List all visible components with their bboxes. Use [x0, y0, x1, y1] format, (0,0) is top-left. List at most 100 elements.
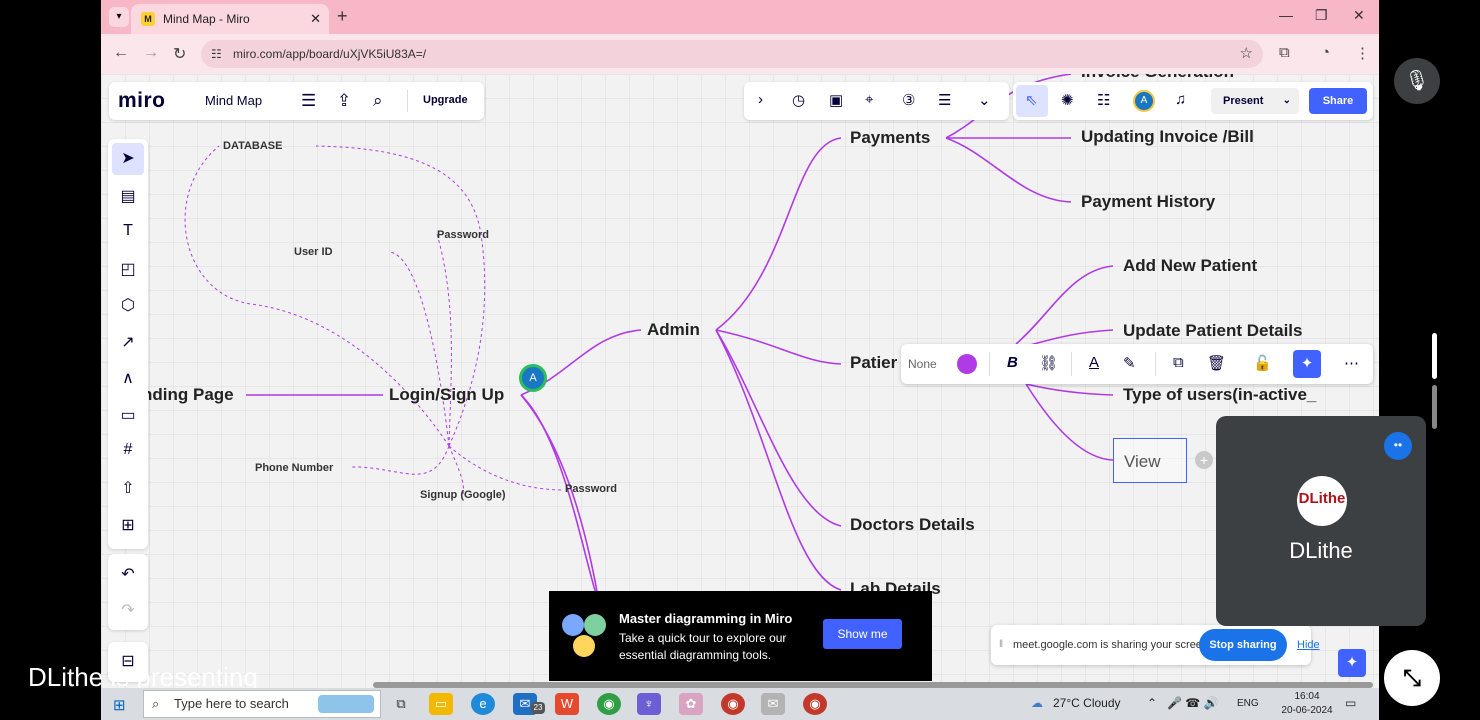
collapse-icon[interactable]: ⤡	[1384, 650, 1440, 706]
vertical-scrollbar-track[interactable]	[1432, 385, 1437, 429]
task-view-icon[interactable]: ⧉	[389, 693, 413, 715]
drag-handle-icon[interactable]: ‖	[999, 639, 1003, 650]
node-update-patient-details[interactable]: Update Patient Details	[1123, 321, 1303, 341]
cursor-icon[interactable]: ⇖	[1025, 91, 1038, 109]
window-close-icon[interactable]: ✕	[1353, 7, 1365, 24]
node-add-new-patient[interactable]: Add New Patient	[1123, 256, 1257, 276]
bookmark-star-icon[interactable]: ☆	[1240, 40, 1253, 68]
profile-icon[interactable]: ◔	[1321, 44, 1330, 61]
back-icon[interactable]: ←	[113, 44, 129, 62]
node-login-signup[interactable]: Login/Sign Up	[389, 385, 504, 405]
site-info-icon[interactable]: ☷	[211, 40, 222, 68]
tray-icons[interactable]: 🎤 ☎ 🔊	[1167, 696, 1219, 710]
app-icon[interactable]: ♆	[637, 693, 661, 715]
edge-icon[interactable]: e	[471, 693, 495, 715]
reload-icon[interactable]: ↻	[173, 44, 186, 64]
minimize-icon[interactable]: —	[1279, 7, 1293, 23]
node-view-text[interactable]: View	[1124, 452, 1161, 472]
text-tool-icon[interactable]: T	[108, 222, 148, 240]
node-view-selected[interactable]: View	[1113, 438, 1187, 483]
node-database[interactable]: DATABASE	[223, 140, 282, 152]
user-avatar[interactable]: A	[1133, 90, 1155, 112]
notes-icon[interactable]: ☰	[938, 91, 951, 109]
forward-icon[interactable]: →	[143, 44, 159, 62]
shapes-icon[interactable]: ⬡	[108, 295, 148, 315]
vertical-scrollbar-thumb[interactable]	[1432, 333, 1437, 379]
chrome-profile-icon[interactable]: ◉	[721, 693, 745, 715]
taskbar-search-input[interactable]: ⌕ Type here to search	[143, 690, 381, 718]
chrome-active-icon[interactable]: ◉	[803, 693, 827, 715]
menu-dots-icon[interactable]: ⋮	[1355, 44, 1370, 62]
node-landing-page[interactable]: nding Page	[142, 385, 234, 405]
timer-icon[interactable]: ◷	[792, 91, 805, 109]
comment-icon[interactable]: ▭	[108, 405, 148, 425]
bold-icon[interactable]: B	[1007, 354, 1018, 371]
focus-icon[interactable]: ⌖	[865, 91, 873, 108]
clock[interactable]: 16:04 20-06-2024	[1277, 690, 1337, 718]
hide-link[interactable]: Hide	[1297, 639, 1320, 651]
frame-icon[interactable]: #	[108, 441, 148, 459]
node-invoice-generation[interactable]: Invoice Generation	[1081, 74, 1234, 82]
voting-icon[interactable]: ▣	[829, 91, 843, 109]
board-name[interactable]: Mind Map	[205, 93, 262, 108]
export-upload-icon[interactable]: ⇪	[337, 91, 351, 111]
maximize-icon[interactable]: ❐	[1315, 7, 1328, 24]
notifications-icon[interactable]: ▭	[1345, 696, 1356, 710]
more-options-icon[interactable]: ⋯	[1344, 354, 1359, 372]
extensions-icon[interactable]: ⧉	[1279, 44, 1290, 61]
node-password-bottom[interactable]: Password	[565, 483, 617, 495]
hamburger-menu-icon[interactable]: ☰	[301, 91, 316, 111]
undo-icon[interactable]: ↶	[108, 564, 148, 584]
comments-icon[interactable]: ☷	[1097, 91, 1110, 109]
text-color-icon[interactable]: A	[1089, 354, 1099, 371]
redo-icon[interactable]: ↷	[108, 600, 148, 620]
participant-more-icon[interactable]: ••	[1384, 432, 1412, 460]
duplicate-icon[interactable]: ⧉	[1173, 354, 1184, 371]
select-tool-icon[interactable]: ➤	[112, 143, 144, 175]
file-explorer-icon[interactable]: ▭	[429, 693, 453, 715]
link-icon[interactable]: ⛓	[1039, 354, 1058, 372]
connector-arrow-icon[interactable]: ↗	[108, 332, 148, 352]
upload-icon[interactable]: ⇧	[108, 478, 148, 498]
share-button[interactable]: Share	[1309, 88, 1367, 114]
stop-sharing-button[interactable]: Stop sharing	[1199, 629, 1287, 661]
windows-start-icon[interactable]: ⊞	[113, 696, 126, 714]
expand-chevron-icon[interactable]: ›	[758, 91, 763, 108]
miro-logo[interactable]: miro	[118, 89, 166, 113]
reactions-icon[interactable]: ✺	[1061, 91, 1074, 109]
node-signup-google[interactable]: Signup (Google)	[420, 489, 506, 501]
more-apps-plus-icon[interactable]: ⊞	[108, 515, 148, 535]
node-user-id[interactable]: User ID	[294, 246, 333, 258]
node-payments[interactable]: Payments	[850, 128, 930, 148]
paint-icon[interactable]: ✿	[679, 693, 703, 715]
pen-icon[interactable]: ∧	[108, 368, 148, 388]
chrome-icon[interactable]: ◉	[597, 693, 621, 715]
show-me-button[interactable]: Show me	[823, 619, 902, 649]
brave-icon[interactable]: W	[555, 693, 579, 715]
mic-off-icon[interactable]: 🎙	[1394, 58, 1440, 104]
color-swatch[interactable]	[957, 354, 977, 374]
participant-tile[interactable]: •• DLithe DLithe	[1216, 416, 1426, 626]
tray-chevron-icon[interactable]: ⌃	[1147, 696, 1157, 710]
notifications-bell-icon[interactable]: ♫	[1175, 91, 1186, 108]
node-admin[interactable]: Admin	[647, 320, 700, 340]
search-icon[interactable]: ⌕	[373, 91, 383, 111]
miro-board-canvas[interactable]: nding Page Login/Sign Up Admin Payments …	[101, 74, 1379, 688]
node-patient[interactable]: Patier	[850, 353, 897, 373]
node-type-of-users[interactable]: Type of users(in-active_	[1123, 385, 1316, 405]
weather-text[interactable]: 27°C Cloudy	[1053, 696, 1121, 710]
outlook-icon[interactable]: ✉	[761, 693, 785, 715]
close-icon[interactable]: ✕	[310, 11, 321, 27]
delete-icon[interactable]: 🗑	[1207, 354, 1226, 372]
more-chevron-icon[interactable]: ⌄	[978, 91, 991, 109]
node-password-top[interactable]: Password	[437, 229, 489, 241]
tab-search-icon[interactable]: ▾	[109, 7, 129, 27]
lock-icon[interactable]: 🔓	[1253, 354, 1272, 372]
upgrade-button[interactable]: Upgrade	[423, 94, 468, 106]
tab-mind-map[interactable]: M Mind Map - Miro ✕	[131, 4, 329, 34]
language-indicator[interactable]: ENG	[1237, 698, 1259, 709]
templates-icon[interactable]: ▤	[108, 186, 148, 206]
ai-sidekick-icon[interactable]: ✦	[1338, 649, 1366, 677]
node-updating-invoice[interactable]: Updating Invoice /Bill	[1081, 127, 1254, 147]
node-payment-history[interactable]: Payment History	[1081, 192, 1215, 212]
